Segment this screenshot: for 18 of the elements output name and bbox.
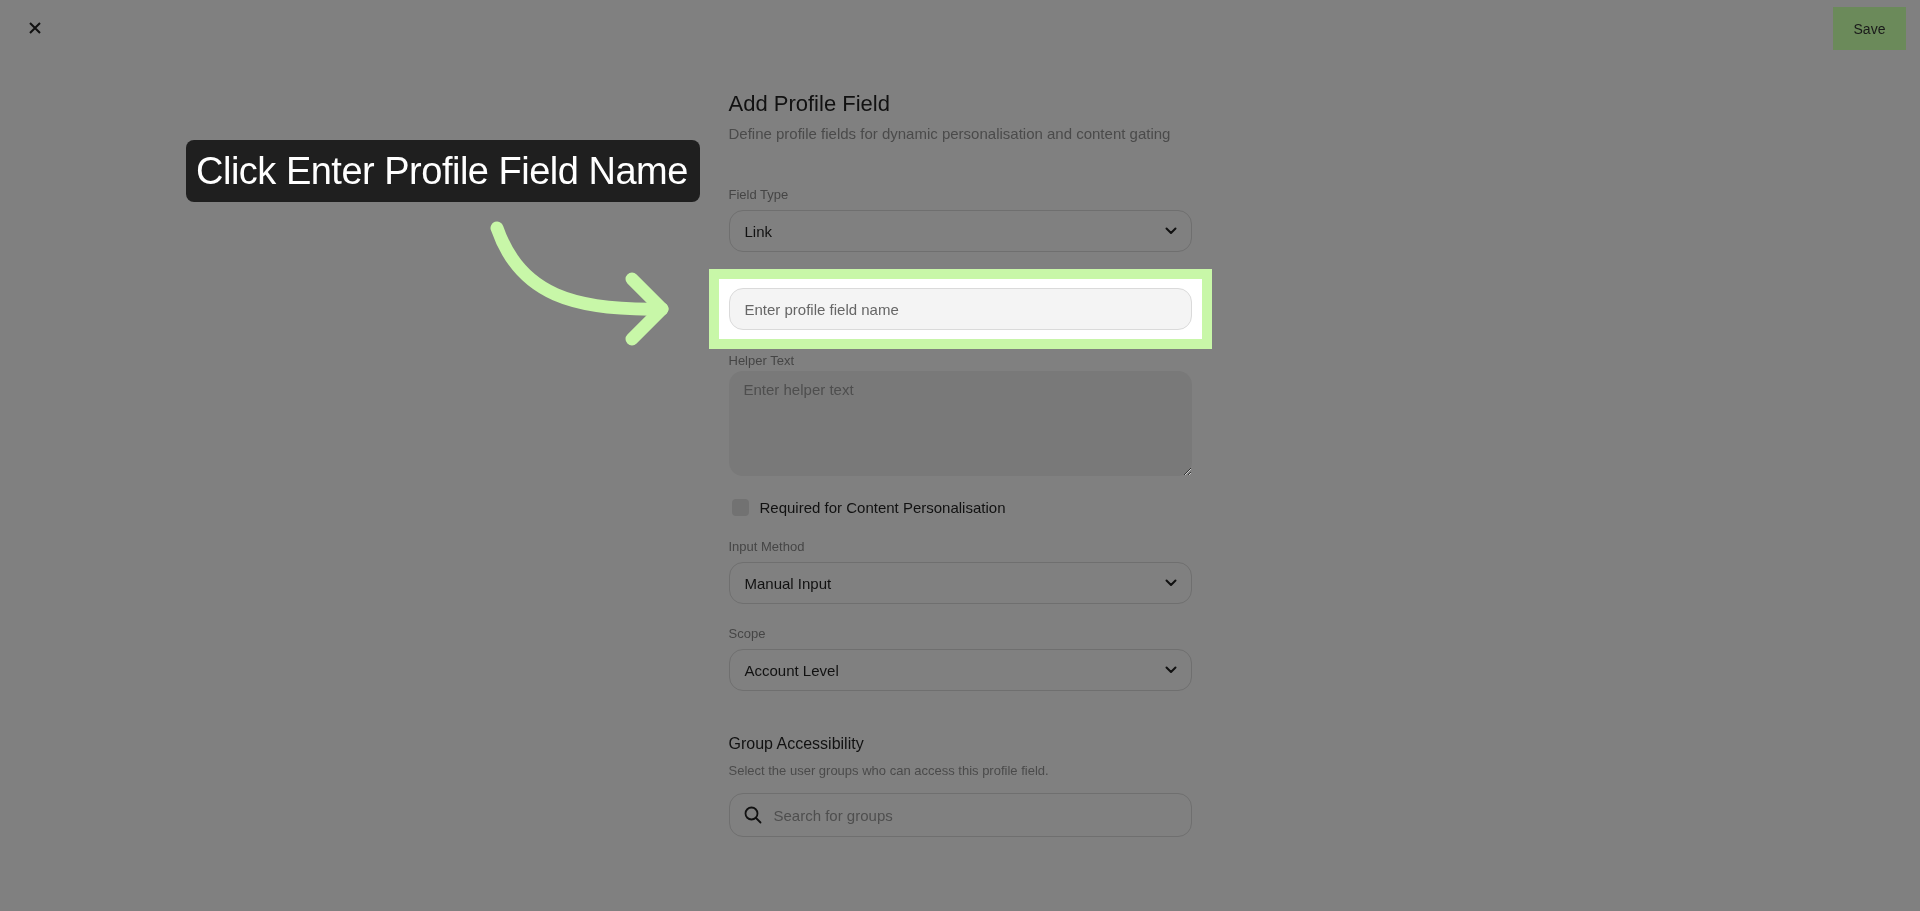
dropdown[interactable]: Manual Input [728, 562, 1192, 604]
chevron-down-icon [1164, 579, 1177, 587]
form-title: Add Profile Field [728, 90, 891, 118]
section-title: Group Accessibility [728, 735, 865, 753]
save-button[interactable]: Save [1833, 7, 1906, 50]
chevron-down-icon [1164, 666, 1177, 674]
field-label: Field Type [728, 187, 790, 203]
field-label: Scope [728, 626, 767, 642]
dropdown[interactable]: Account Level [728, 649, 1192, 691]
field-label: Input Method [728, 539, 806, 555]
close-icon[interactable] [29, 22, 41, 34]
chevron-down-icon [1164, 227, 1177, 235]
field-label: Helper Text [728, 353, 795, 369]
search-icon [743, 806, 762, 824]
input-field[interactable]: Enter profile field name [728, 288, 1192, 330]
checkbox-label: Required for Content Personalisation [759, 498, 1006, 516]
tooltip: Click Enter Profile Field Name [186, 140, 700, 202]
dropdown[interactable]: Link [728, 210, 1192, 252]
